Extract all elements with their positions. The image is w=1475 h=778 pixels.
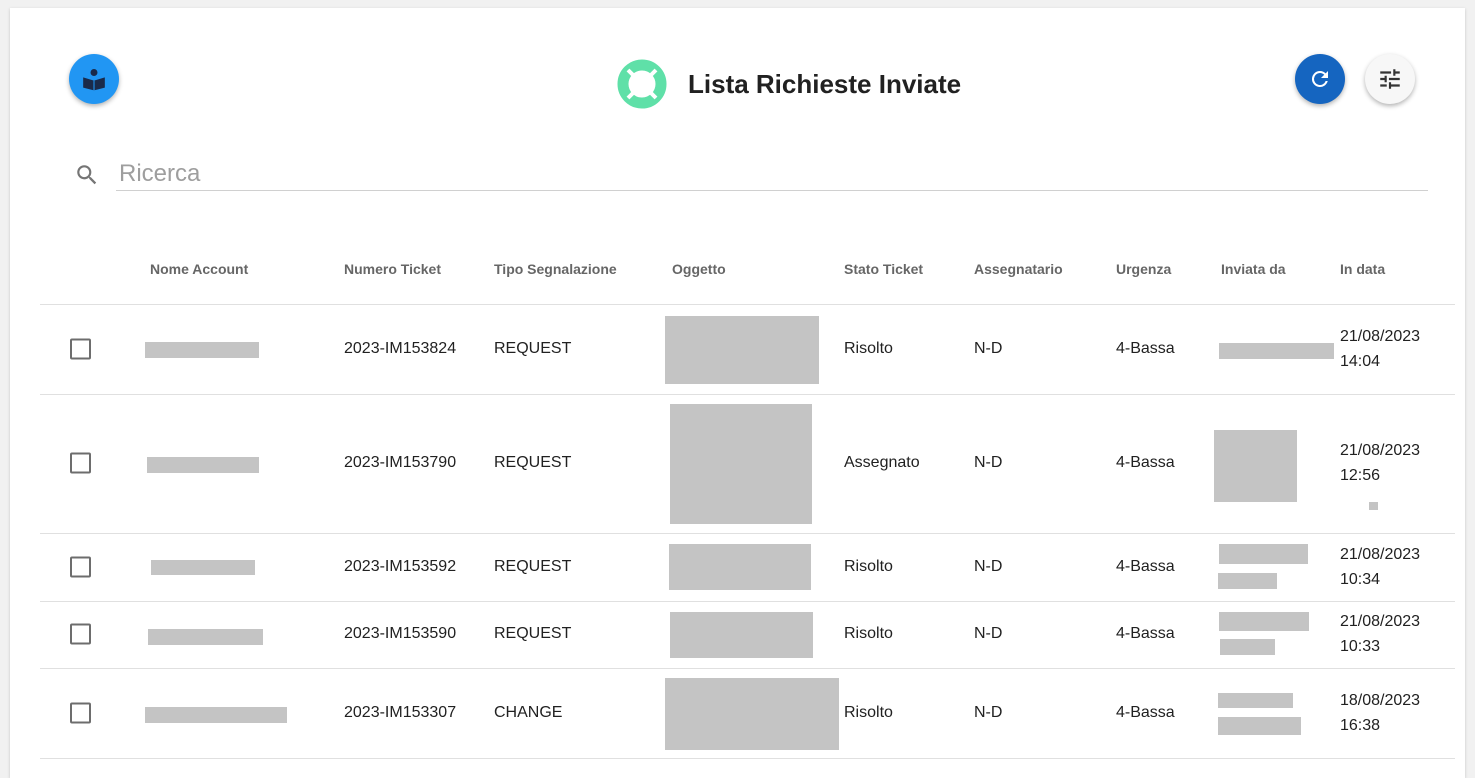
column-header-oggetto[interactable]: Oggetto [672, 261, 726, 277]
row-checkbox[interactable] [70, 623, 91, 645]
refresh-icon [1311, 70, 1328, 87]
sent-date-time: 16:38 [1340, 717, 1381, 734]
ticket-type: REQUEST [494, 625, 572, 642]
sent-date-time: 12:56 [1340, 467, 1381, 484]
assignee: N-D [974, 558, 1003, 575]
redacted-sender [1219, 343, 1334, 359]
redacted-sender-line2 [1220, 639, 1275, 655]
ticket-type: REQUEST [494, 558, 572, 575]
redacted-extra [1369, 502, 1378, 510]
assignee: N-D [974, 704, 1003, 721]
column-header-nome-account[interactable]: Nome Account [150, 261, 248, 277]
ticket-number: 2023-IM153790 [344, 454, 457, 471]
ticket-status: Risolto [844, 625, 893, 642]
sent-date-day: 21/08/2023 [1340, 546, 1421, 563]
redacted-subject [669, 544, 811, 590]
row-checkbox[interactable] [70, 452, 91, 474]
assignee: N-D [974, 625, 1003, 642]
main-card: Lista Richieste Inviate Nome Account Num… [10, 8, 1465, 778]
redacted-sender [1219, 544, 1308, 564]
page-title: Lista Richieste Inviate [688, 68, 962, 99]
ticket-status: Assegnato [844, 454, 920, 471]
sent-date: 21/08/2023 10:34 [1340, 542, 1420, 592]
column-header-stato-ticket[interactable]: Stato Ticket [844, 261, 923, 277]
assignee: N-D [974, 340, 1003, 357]
urgency: 4-Bassa [1116, 558, 1175, 575]
book-reader-icon [83, 69, 105, 91]
sent-date: 21/08/2023 12:56 [1340, 438, 1420, 488]
search-icon [77, 165, 97, 185]
row-checkbox[interactable] [70, 556, 91, 578]
sent-date-day: 18/08/2023 [1340, 692, 1421, 709]
sent-date-day: 21/08/2023 [1340, 328, 1421, 345]
ticket-status: Risolto [844, 340, 893, 357]
tune-sliders-icon [1380, 69, 1400, 89]
redacted-subject [670, 404, 812, 524]
ticket-status: Risolto [844, 704, 893, 721]
sent-date: 18/08/2023 16:38 [1340, 688, 1420, 738]
row-divider [40, 394, 1455, 395]
sent-date-day: 21/08/2023 [1340, 442, 1421, 459]
ticket-type: REQUEST [494, 454, 572, 471]
page-header: Lista Richieste Inviate [616, 58, 961, 110]
ticket-type: CHANGE [494, 704, 563, 721]
refresh-button[interactable] [1295, 54, 1345, 104]
redacted-sender [1214, 430, 1297, 502]
sent-date: 21/08/2023 10:33 [1340, 609, 1420, 659]
redacted-account-name [145, 707, 287, 723]
redacted-subject [670, 612, 813, 658]
column-header-in-data[interactable]: In data [1340, 261, 1385, 277]
urgency: 4-Bassa [1116, 625, 1175, 642]
redacted-sender-line2 [1218, 573, 1277, 589]
urgency: 4-Bassa [1116, 454, 1175, 471]
column-header-inviata-da[interactable]: Inviata da [1221, 261, 1286, 277]
urgency: 4-Bassa [1116, 704, 1175, 721]
ticket-number: 2023-IM153592 [344, 558, 457, 575]
row-checkbox[interactable] [70, 702, 91, 724]
ticket-number: 2023-IM153824 [344, 340, 457, 357]
redacted-sender [1218, 693, 1293, 708]
lifebuoy-icon [617, 59, 667, 109]
column-header-assegnatario[interactable]: Assegnatario [974, 261, 1063, 277]
column-header-numero-ticket[interactable]: Numero Ticket [344, 261, 441, 277]
filter-settings-button[interactable] [1365, 54, 1415, 104]
redacted-subject [665, 678, 839, 750]
row-divider [40, 758, 1455, 759]
sent-date-time: 10:34 [1340, 571, 1381, 588]
row-divider [40, 601, 1455, 602]
urgency: 4-Bassa [1116, 340, 1175, 357]
ticket-number: 2023-IM153590 [344, 625, 457, 642]
assignee: N-D [974, 454, 1003, 471]
redacted-subject [665, 316, 819, 384]
column-header-tipo-segnalazione[interactable]: Tipo Segnalazione [494, 261, 617, 277]
sent-date-time: 10:33 [1340, 638, 1381, 655]
ticket-type: REQUEST [494, 340, 572, 357]
row-checkbox[interactable] [70, 338, 91, 360]
help-button[interactable] [69, 54, 119, 104]
sent-date-day: 21/08/2023 [1340, 613, 1421, 630]
redacted-account-name [145, 342, 259, 358]
redacted-account-name [147, 457, 259, 473]
sent-date: 21/08/2023 14:04 [1340, 324, 1420, 374]
redacted-sender-line2 [1218, 717, 1301, 735]
sent-date-time: 14:04 [1340, 353, 1381, 370]
redacted-account-name [148, 629, 263, 645]
row-divider [40, 668, 1455, 669]
header-divider [40, 304, 1455, 305]
row-divider [40, 533, 1455, 534]
column-header-urgenza[interactable]: Urgenza [1116, 261, 1171, 277]
ticket-number: 2023-IM153307 [344, 704, 457, 721]
search-input[interactable] [116, 158, 1428, 191]
ticket-status: Risolto [844, 558, 893, 575]
redacted-sender [1219, 612, 1309, 631]
redacted-account-name [151, 560, 255, 575]
